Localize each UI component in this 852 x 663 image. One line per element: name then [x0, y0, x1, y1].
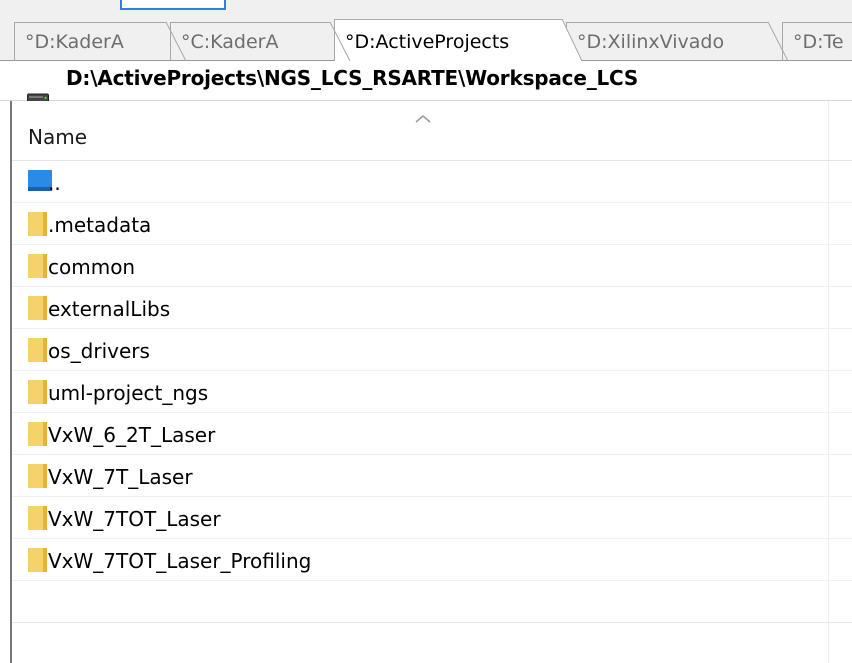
tab-bar: °D:KaderA °C:KaderA °D:ActiveProjects °D… [0, 19, 852, 61]
list-item[interactable]: common [12, 245, 852, 287]
list-item[interactable]: .metadata [12, 203, 852, 245]
file-name: .metadata [48, 213, 152, 237]
folder-icon [28, 338, 48, 366]
empty-row [12, 581, 852, 623]
file-name: common [48, 255, 136, 279]
file-list-panel: Name .. .metadata common externalLibs os… [10, 101, 852, 663]
folder-icon [28, 506, 48, 534]
file-list: .. .metadata common externalLibs os_driv… [12, 161, 852, 623]
file-name: VxW_7TOT_Laser [48, 507, 221, 531]
file-name: VxW_6_2T_Laser [48, 423, 216, 447]
folder-icon [28, 422, 48, 450]
sort-ascending-icon [414, 109, 432, 128]
list-item[interactable]: uml-project_ngs [12, 371, 852, 413]
tab-label: °D:ActiveProjects [345, 31, 510, 53]
list-item[interactable]: externalLibs [12, 287, 852, 329]
list-item[interactable]: os_drivers [12, 329, 852, 371]
folder-icon [28, 254, 48, 282]
path-bar[interactable]: D:\ActiveProjects\NGS_LCS_RSARTE\Workspa… [0, 61, 852, 103]
folder-icon [28, 464, 48, 492]
file-name: externalLibs [48, 297, 171, 321]
active-pane-indicator [120, 0, 226, 10]
folder-icon [28, 380, 48, 408]
list-item[interactable]: VxW_7T_Laser [12, 455, 852, 497]
tab-label: °D:Te [793, 31, 844, 53]
file-name: os_drivers [48, 339, 150, 363]
current-path: D:\ActiveProjects\NGS_LCS_RSARTE\Workspa… [66, 66, 639, 90]
list-item[interactable]: VxW_7TOT_Laser [12, 497, 852, 539]
tab-label: °D:KaderA [25, 31, 124, 53]
file-name: VxW_7TOT_Laser_Profiling [48, 549, 312, 573]
tab-d-kadera[interactable]: °D:KaderA [14, 22, 186, 60]
tab-c-kadera[interactable]: °C:KaderA [170, 22, 350, 60]
top-strip [0, 0, 852, 19]
tab-d-te[interactable]: °D:Te [782, 22, 852, 60]
tab-label: °C:KaderA [181, 31, 279, 53]
list-item[interactable]: VxW_6_2T_Laser [12, 413, 852, 455]
column-name-label: Name [28, 125, 88, 149]
list-item[interactable]: .. [12, 161, 852, 203]
tab-label: °D:XilinxVivado [577, 31, 725, 53]
list-item[interactable]: VxW_7TOT_Laser_Profiling [12, 539, 852, 581]
file-name: .. [48, 171, 61, 195]
file-name: uml-project_ngs [48, 381, 209, 405]
file-name: VxW_7T_Laser [48, 465, 193, 489]
folder-icon [28, 548, 48, 576]
column-header-name[interactable]: Name [12, 101, 852, 161]
folder-icon [28, 212, 48, 240]
file-manager-window: °D:KaderA °C:KaderA °D:ActiveProjects °D… [0, 0, 852, 663]
folder-icon [28, 296, 48, 324]
tab-d-activeprojects[interactable]: °D:ActiveProjects [334, 19, 582, 61]
tab-d-xilinxvivado[interactable]: °D:XilinxVivado [566, 22, 788, 60]
